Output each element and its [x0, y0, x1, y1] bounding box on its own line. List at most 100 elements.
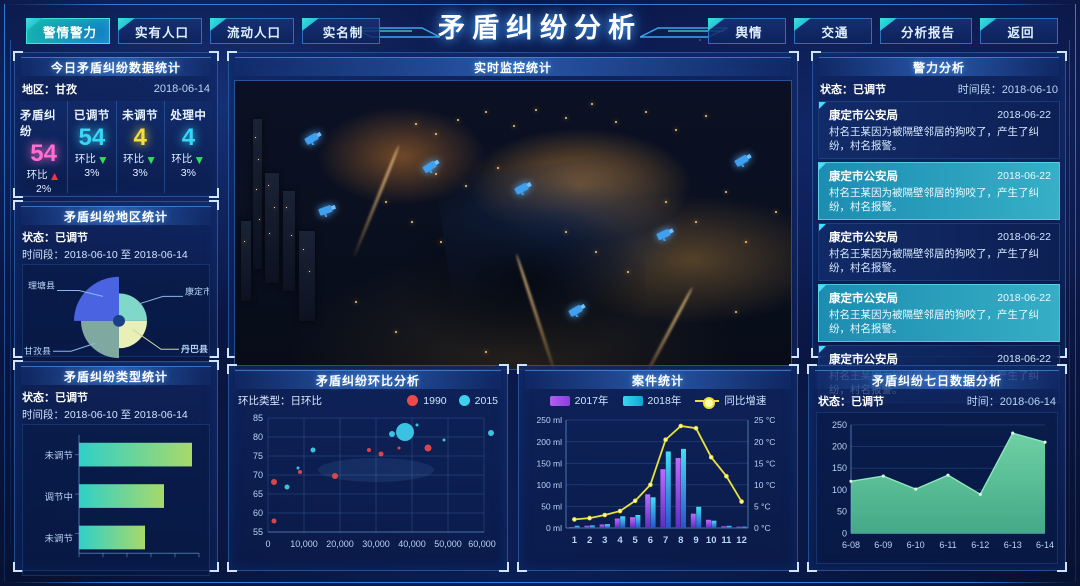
cctv-camera-icon[interactable]	[733, 153, 755, 167]
panel-title: 实时监控统计	[235, 57, 791, 76]
police-analysis-panel: 警力分析 状态：已调节 时间段：2018-06-10 康定市公安局 2018-0…	[811, 51, 1067, 403]
frame-left-inner-line	[10, 40, 11, 546]
svg-text:40,000: 40,000	[398, 539, 426, 549]
case-combo-chart[interactable]: 250 ml 200 ml 150 ml 100 ml 50 ml 0 ml 2…	[526, 410, 790, 558]
svg-text:250: 250	[832, 420, 847, 430]
dashboard-root: 矛盾纠纷分析 警情警力 实有人口 流动人口 实名制 舆情 交通 分析报告 返回 …	[0, 0, 1080, 586]
type-status-label: 状态：已调节	[22, 392, 88, 404]
stat-comparison: 环比 ▼ 3%	[68, 153, 115, 180]
alert-text: 村名王某因为被隔壁邻居的狗咬了，产生了纠纷，村名报警。	[829, 309, 1039, 335]
svg-text:12: 12	[736, 535, 747, 546]
svg-text:25 °C: 25 °C	[754, 415, 775, 425]
legend-item-2018[interactable]: 2018年	[622, 393, 681, 408]
alert-list-item[interactable]: 康定市公安局 2018-06-22 村名王某因为被隔壁邻居的狗咬了，产生了纠纷，…	[818, 284, 1060, 342]
svg-text:6-12: 6-12	[971, 540, 989, 550]
alerts-status-label: 状态：已调节	[820, 84, 886, 96]
tab-fenxibaogao[interactable]: 分析报告	[880, 18, 972, 44]
seven-day-area-chart[interactable]: 250 200 150 100 50 0 6-08 6-09 6-10 6-11…	[816, 412, 1058, 564]
alert-list-item[interactable]: 康定市公安局 2018-06-22 村名王某因为被隔壁邻居的狗咬了，产生了纠纷，…	[818, 223, 1060, 281]
panel-title: 今日矛盾纠纷数据统计	[21, 57, 211, 76]
region-period-label: 时间段：2018-06-10 至 2018-06-14	[22, 249, 188, 261]
svg-text:6-11: 6-11	[939, 540, 956, 550]
region-donut-chart[interactable]: 理塘县 康定市 丹巴县 甘孜县	[22, 264, 210, 363]
tab-yuqing[interactable]: 舆情	[708, 18, 786, 44]
video-monitor-panel: 实时监控统计	[227, 51, 799, 370]
svg-text:150: 150	[832, 463, 847, 473]
stat-grid: 矛盾纠纷 54 环比 ▲ 2% 已调节 54 环比 ▼ 3% 未调节 4 环比 …	[20, 101, 212, 195]
cctv-camera-icon[interactable]	[303, 131, 325, 145]
alerts-period-label: 时间段：2018-06-10	[957, 84, 1058, 96]
stat-cell-yitiaojie[interactable]: 已调节 54 环比 ▼ 3%	[68, 101, 117, 193]
alert-head: 康定市公安局 2018-06-22	[829, 229, 1051, 245]
svg-text:75: 75	[253, 451, 263, 461]
alert-list-item[interactable]: 康定市公安局 2018-06-22 村名王某因为被隔壁邻居的狗咬了，产生了纠纷，…	[818, 162, 1060, 220]
frame-right-line	[1075, 4, 1076, 582]
cmp-label: 环比	[26, 169, 48, 181]
svg-text:4: 4	[617, 535, 623, 546]
stat-comparison: 环比 ▼ 3%	[165, 153, 212, 180]
cctv-camera-icon[interactable]	[655, 227, 677, 241]
svg-text:6: 6	[648, 535, 653, 546]
alert-date: 2018-06-22	[997, 353, 1051, 365]
stat-cell-maodunjiufen[interactable]: 矛盾纠纷 54 环比 ▲ 2%	[20, 101, 69, 195]
svg-text:8: 8	[678, 535, 683, 546]
cctv-camera-icon[interactable]	[513, 181, 535, 195]
tab-shimingzhi[interactable]: 实名制	[302, 18, 381, 44]
panel-title: 案件统计	[525, 370, 791, 389]
seven-day-time-label: 时间：2018-06-14	[966, 396, 1056, 408]
legend-item-2015[interactable]: 2015	[458, 395, 498, 407]
svg-text:康定市: 康定市	[185, 285, 209, 296]
svg-text:85: 85	[253, 413, 263, 423]
alert-text: 村名王某因为被隔壁邻居的狗咬了，产生了纠纷，村名报警。	[829, 126, 1039, 152]
tab-shiyourenkou[interactable]: 实有人口	[118, 18, 203, 44]
tab-fanhui[interactable]: 返回	[980, 18, 1058, 44]
svg-text:2: 2	[587, 535, 592, 546]
seven-day-meta-row: 状态：已调节 时间：2018-06-14	[816, 392, 1058, 412]
region-stats-panel: 矛盾纠纷地区统计 状态：已调节 时间段：2018-06-10 至 2018-06…	[13, 200, 219, 363]
stat-cell-chulizhong[interactable]: 处理中 4 环比 ▼ 3%	[164, 101, 212, 193]
svg-text:200: 200	[832, 442, 847, 452]
tab-label: 实名制	[322, 25, 364, 40]
svg-text:65: 65	[253, 489, 263, 499]
stats-date: 2018-06-14	[153, 83, 210, 95]
tab-label: 实有人口	[135, 25, 190, 40]
svg-text:6-08: 6-08	[842, 540, 860, 550]
alert-head: 康定市公安局 2018-06-22	[829, 290, 1051, 306]
tab-liudongrenkou[interactable]: 流动人口	[210, 18, 295, 44]
panel-title: 矛盾纠纷类型统计	[21, 366, 211, 385]
secondary-tab-bar: 舆情 交通 分析报告 返回	[708, 18, 1058, 44]
svg-text:5 °C: 5 °C	[754, 502, 771, 512]
alert-date: 2018-06-22	[997, 292, 1051, 304]
live-video-feed[interactable]	[234, 80, 792, 370]
type-bar-chart[interactable]: 未调节 调节中 未调节	[22, 424, 210, 576]
tab-jiaotong[interactable]: 交通	[794, 18, 872, 44]
scatter-chart[interactable]: 85 80 75 70 65 60 55 0 10,000 20,000 30,…	[236, 410, 500, 562]
cmp-label: 环比	[74, 153, 96, 165]
stat-cell-weitiaojie[interactable]: 未调节 4 环比 ▼ 3%	[116, 101, 165, 193]
svg-text:20,000: 20,000	[326, 539, 354, 549]
svg-text:55: 55	[253, 527, 263, 537]
legend-item-growth[interactable]: 同比增速	[695, 393, 766, 409]
svg-text:15 °C: 15 °C	[754, 459, 775, 469]
tab-label: 交通	[821, 25, 849, 40]
svg-text:0 °C: 0 °C	[754, 523, 771, 533]
stat-label: 未调节	[122, 110, 159, 122]
svg-text:5: 5	[633, 535, 639, 546]
region-label: 地区：甘孜	[22, 84, 77, 96]
cctv-camera-icon[interactable]	[567, 303, 589, 317]
legend-item-1990[interactable]: 1990	[407, 394, 447, 407]
svg-text:10,000: 10,000	[290, 539, 318, 549]
tab-jingqingjingli[interactable]: 警情警力	[26, 18, 111, 44]
svg-text:6-09: 6-09	[874, 540, 892, 550]
legend-item-2017[interactable]: 2017年	[549, 393, 609, 408]
alert-date: 2018-06-22	[997, 231, 1051, 243]
stat-label: 已调节	[73, 110, 110, 122]
alert-text: 村名王某因为被隔壁邻居的狗咬了，产生了纠纷，村名报警。	[829, 187, 1039, 213]
alert-list: 康定市公安局 2018-06-22 村名王某因为被隔壁邻居的狗咬了，产生了纠纷，…	[818, 101, 1060, 403]
cctv-camera-icon[interactable]	[421, 159, 443, 173]
svg-text:80: 80	[253, 432, 263, 442]
svg-text:250 ml: 250 ml	[536, 415, 562, 425]
legend-label: 1990	[423, 394, 447, 407]
cctv-camera-icon[interactable]	[317, 203, 339, 217]
alert-list-item[interactable]: 康定市公安局 2018-06-22 村名王某因为被隔壁邻居的狗咬了，产生了纠纷，…	[818, 101, 1060, 159]
